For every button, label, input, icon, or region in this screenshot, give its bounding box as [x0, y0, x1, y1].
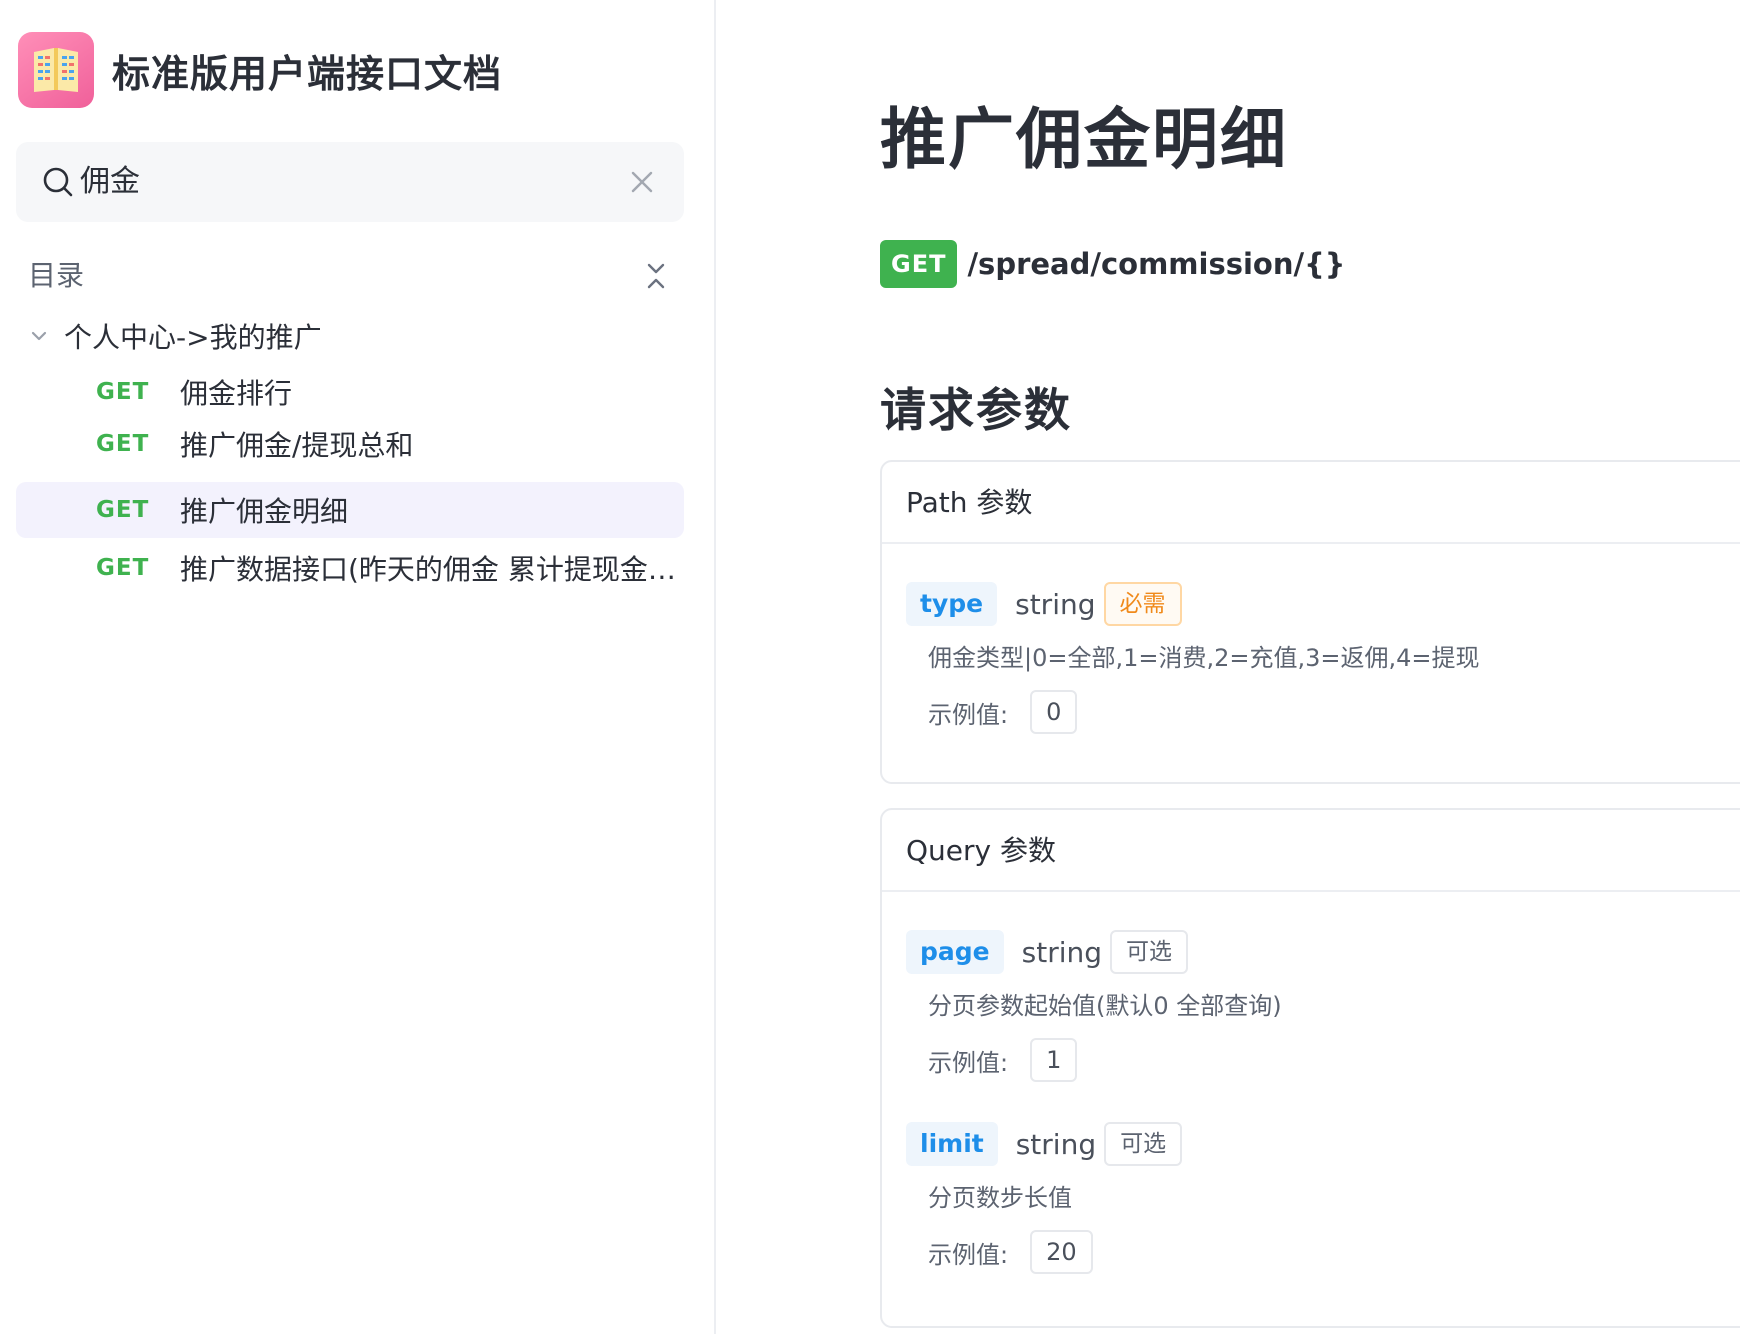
example-value: 20: [1030, 1230, 1093, 1274]
close-icon[interactable]: [626, 166, 658, 198]
app-title: 标准版用户端接口文档: [112, 51, 503, 96]
collapse-all-icon[interactable]: [640, 260, 672, 292]
method-label: GET: [96, 431, 150, 457]
path-params-header: Path 参数: [882, 462, 1740, 544]
page-title: 推广佣金明细: [880, 101, 1288, 178]
endpoint: GET /spread/commission/{}: [880, 240, 1345, 288]
optional-badge: 可选: [1104, 1122, 1183, 1166]
param-name: page: [906, 930, 1004, 974]
toc-item-label: 推广佣金明细: [180, 495, 349, 528]
example-value: 0: [1030, 690, 1078, 734]
param-limit: limit string 可选 分页数步长值 示例值: 20: [906, 1122, 1183, 1274]
brand: 标准版用户端接口文档: [18, 32, 502, 108]
param-example: 示例值: 20: [928, 1230, 1182, 1274]
search-input[interactable]: 佣金: [80, 160, 140, 204]
main-content: 推广佣金明细 GET /spread/commission/{} 请求参数 Pa…: [718, 0, 1740, 1334]
example-label: 示例值:: [928, 1240, 1009, 1269]
book-icon: [18, 32, 94, 108]
toc-item-commission-withdraw-total[interactable]: GET 推广佣金/提现总和: [16, 416, 684, 472]
param-type-label: string: [1015, 1127, 1097, 1161]
toc-header: 目录: [28, 254, 672, 298]
param-type-label: string: [1021, 935, 1103, 969]
param-type: type string 必需 佣金类型|0=全部,1=消费,2=充值,3=返佣,…: [906, 582, 1480, 734]
toc-item-label: 佣金排行: [180, 377, 293, 410]
method-label: GET: [96, 555, 150, 581]
toc-group-label: 个人中心->我的推广: [64, 321, 322, 354]
param-page: page string 可选 分页参数起始值(默认0 全部查询) 示例值: 1: [906, 930, 1282, 1082]
example-label: 示例值:: [928, 700, 1009, 729]
toc-item-commission-ranking[interactable]: GET 佣金排行: [16, 364, 684, 420]
toc-item-promotion-data[interactable]: GET 推广数据接口(昨天的佣金 累计提现金额 当前佣金): [16, 540, 684, 596]
query-params-header: Query 参数: [882, 810, 1740, 892]
request-params-title: 请求参数: [880, 383, 1072, 437]
toc-title: 目录: [28, 259, 85, 292]
param-example: 示例值: 1: [928, 1038, 1282, 1082]
example-value: 1: [1030, 1038, 1078, 1082]
chevron-down-icon: [31, 331, 47, 341]
query-params-card: Query 参数 page string 可选 分页参数起始值(默认0 全部查询…: [880, 808, 1740, 1328]
example-label: 示例值:: [928, 1048, 1009, 1077]
method-badge: GET: [880, 240, 958, 288]
endpoint-path: /spread/commission/{}: [967, 247, 1346, 281]
param-type-label: string: [1015, 587, 1096, 621]
app-root: 标准版用户端接口文档 佣金 目录 个人中心->我的推广 GET 佣金排行 GET…: [0, 0, 1740, 1334]
search-box[interactable]: 佣金: [16, 142, 684, 222]
param-description: 分页参数起始值(默认0 全部查询): [928, 992, 1282, 1020]
sidebar: 标准版用户端接口文档 佣金 目录 个人中心->我的推广 GET 佣金排行 GET…: [0, 0, 716, 1334]
param-name: type: [906, 582, 998, 626]
toc-group-my-promotion[interactable]: 个人中心->我的推广: [28, 314, 322, 358]
search-icon: [43, 167, 73, 197]
toc-item-commission-detail[interactable]: GET 推广佣金明细: [16, 482, 684, 538]
method-label: GET: [96, 379, 150, 405]
method-label: GET: [96, 497, 150, 523]
optional-badge: 可选: [1110, 930, 1189, 974]
param-name: limit: [906, 1122, 998, 1166]
path-params-card: Path 参数 type string 必需 佣金类型|0=全部,1=消费,2=…: [880, 460, 1740, 784]
toc-item-label: 推广数据接口(昨天的佣金 累计提现金额 当前佣金): [180, 553, 680, 586]
toc-item-label: 推广佣金/提现总和: [180, 429, 414, 462]
param-description: 佣金类型|0=全部,1=消费,2=充值,3=返佣,4=提现: [928, 644, 1480, 672]
param-description: 分页数步长值: [928, 1184, 1072, 1212]
required-badge: 必需: [1103, 582, 1182, 626]
param-example: 示例值: 0: [928, 690, 1480, 734]
